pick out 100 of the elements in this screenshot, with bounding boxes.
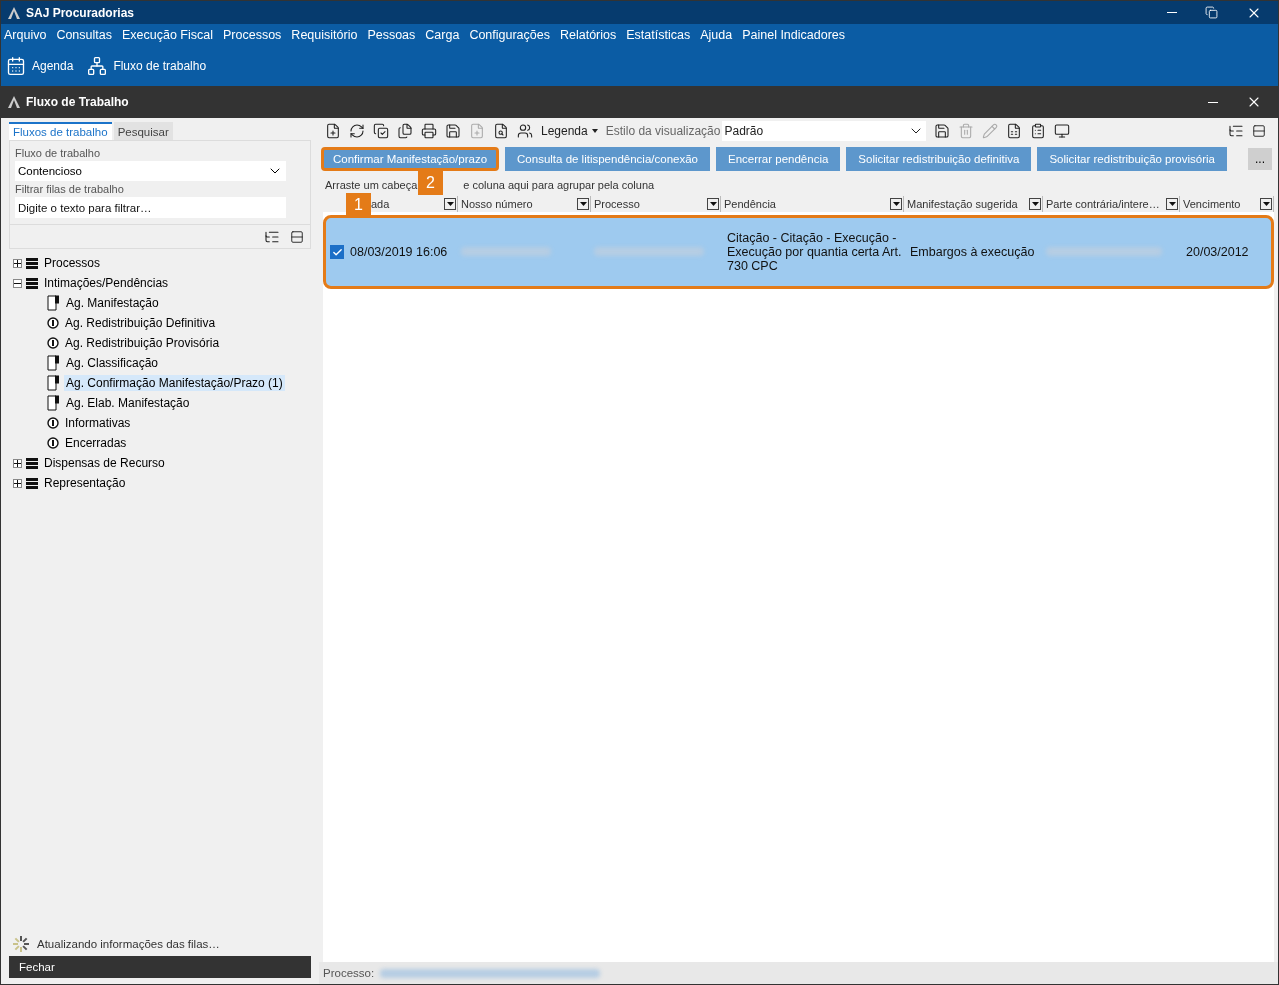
panel-tab[interactable]: Fluxos de trabalho	[9, 122, 112, 140]
refresh-icon	[349, 123, 365, 139]
more-button[interactable]: ...	[1248, 148, 1272, 170]
table-cell-text: Embargos à execução	[909, 245, 1036, 259]
window-logo-icon	[7, 95, 21, 109]
tree-item[interactable]: Informativas	[63, 415, 133, 431]
panel-tab[interactable]: Pesquisar	[113, 122, 173, 140]
group-hint-text: Arraste um cabeça	[325, 179, 418, 191]
expand-icon[interactable]	[13, 478, 22, 488]
caret-icon	[591, 129, 598, 133]
column-header[interactable]: Nosso número	[458, 196, 591, 212]
close-button[interactable]: Fechar	[9, 956, 311, 978]
menu-item[interactable]: Configurações	[469, 28, 550, 42]
new-document-icon	[325, 123, 341, 139]
expand-icon[interactable]	[13, 258, 22, 268]
app-logo-icon	[7, 5, 21, 20]
list-icon	[26, 277, 38, 289]
filter-dropdown-icon[interactable]	[890, 198, 902, 210]
tree-item[interactable]: Encerradas	[63, 435, 129, 451]
list-icon	[26, 257, 38, 269]
filter-field[interactable]: Digite o texto para filtrar…	[15, 197, 286, 218]
tree-view-icon	[1228, 123, 1244, 139]
tree-item[interactable]: Ag. Elab. Manifestação	[64, 395, 192, 411]
info-icon	[47, 337, 59, 349]
tree-item[interactable]: Ag. Redistribuição Provisória	[63, 335, 222, 351]
field-label: Filtrar filas de trabalho	[15, 183, 125, 195]
print-icon	[421, 123, 437, 139]
tree-item[interactable]: Intimações/Pendências	[42, 275, 171, 291]
column-header[interactable]: Manifestação sugerida	[904, 196, 1043, 212]
collapse-icon[interactable]	[13, 278, 22, 288]
filter-dropdown-icon[interactable]	[707, 198, 719, 210]
filter-dropdown-icon[interactable]	[1260, 198, 1272, 210]
menu-item[interactable]: Relatórios	[560, 28, 617, 42]
view-style-dropdown[interactable]: Padrão	[722, 121, 927, 141]
tree-item[interactable]: Representação	[42, 475, 128, 491]
menu-item[interactable]: Painel Indicadores	[742, 28, 846, 42]
menu-item[interactable]: Arquivo	[4, 28, 47, 42]
collapse-all-icon	[290, 229, 304, 244]
toolbar-button[interactable]: Fluxo de trabalho	[87, 56, 207, 76]
filter-dropdown-icon[interactable]	[1166, 198, 1178, 210]
disabled-document-icon	[469, 123, 485, 139]
expand-icon[interactable]	[13, 458, 22, 468]
menu-item[interactable]: Processos	[223, 28, 282, 42]
status-label: Processo:	[323, 967, 375, 979]
document-icon	[47, 395, 60, 411]
menu-item[interactable]: Carga	[425, 28, 460, 42]
toolbar-button[interactable]: Agenda	[6, 56, 74, 76]
check-copy-icon	[373, 123, 389, 139]
tree-item[interactable]: Dispensas de Recurso	[42, 455, 167, 471]
info-icon	[47, 317, 59, 329]
step-badge: 2	[418, 171, 443, 195]
spreadsheet-icon	[1006, 123, 1023, 139]
menu-item[interactable]: Execução Fiscal	[122, 28, 213, 42]
spinner-icon	[13, 936, 29, 952]
menu-item[interactable]: Estatísticas	[626, 28, 691, 42]
collapse-all-icon	[1252, 124, 1266, 138]
group-hint-text: e coluna aqui para agrupar pela coluna	[463, 179, 655, 191]
table-cell: 08/03/2019 16:06	[326, 245, 461, 259]
tree-item[interactable]: Ag. Redistribuição Definitiva	[63, 315, 218, 331]
table-cell-text: 20/03/2012	[1185, 245, 1250, 259]
list-icon	[26, 457, 38, 469]
column-header[interactable]: Vencimento	[1180, 196, 1274, 212]
list-icon	[26, 477, 38, 489]
document-icon	[47, 295, 60, 311]
legend-menu[interactable]: Legenda	[541, 124, 598, 138]
minimize-icon[interactable]	[1208, 101, 1218, 103]
menu-item[interactable]: Ajuda	[700, 28, 733, 42]
tree-item[interactable]: Ag. Classificação	[64, 355, 161, 371]
workflow-dropdown[interactable]: Contencioso	[15, 161, 286, 181]
people-icon	[517, 123, 533, 139]
save-icon	[445, 123, 461, 139]
search-document-icon	[493, 123, 509, 139]
document-icon	[47, 355, 60, 371]
clipboard-icon	[1030, 123, 1047, 139]
column-header[interactable]: Parte contrária/intere…	[1043, 196, 1180, 212]
calendar-icon	[6, 56, 26, 76]
tree-item[interactable]: Processos	[42, 255, 103, 271]
menu-item[interactable]: Consultas	[56, 28, 112, 42]
field-label: Fluxo de trabalho	[15, 147, 101, 159]
column-header[interactable]: Processo	[591, 196, 721, 212]
filter-dropdown-icon[interactable]	[577, 198, 589, 210]
row-checkbox[interactable]	[330, 245, 344, 259]
document-icon	[47, 375, 60, 391]
menu-item[interactable]: Pessoas	[367, 28, 416, 42]
step-badge: 1	[346, 193, 371, 217]
table-row[interactable]: 08/03/2019 16:06 Citação - Citação - Execução - Execução por quantia certa Art. 730 CPC Embargos à execução 20/03/2012	[323, 215, 1274, 289]
filter-dropdown-icon[interactable]	[444, 198, 456, 210]
tree-item[interactable]: Ag. Manifestação	[64, 295, 161, 311]
tree-item[interactable]: Ag. Confirmação Manifestação/Prazo (1)	[64, 375, 285, 391]
table-cell-text: Citação - Citação - Execução - Execução por quantia certa Art. 730 CPC	[726, 231, 903, 273]
column-header[interactable]: Pendência	[721, 196, 904, 212]
filter-dropdown-icon[interactable]	[1029, 198, 1041, 210]
hierarchy-icon	[87, 56, 108, 76]
field-label: Estilo da visualização	[605, 124, 721, 138]
restore-icon	[1205, 6, 1218, 19]
window-title: Fluxo de Trabalho	[26, 95, 130, 109]
pencil-icon	[982, 123, 999, 139]
app-title: SAJ Procuradorias	[26, 5, 136, 20]
status-text: Atualizando informações das filas…	[37, 938, 220, 950]
menu-item[interactable]: Requisitório	[291, 28, 358, 42]
